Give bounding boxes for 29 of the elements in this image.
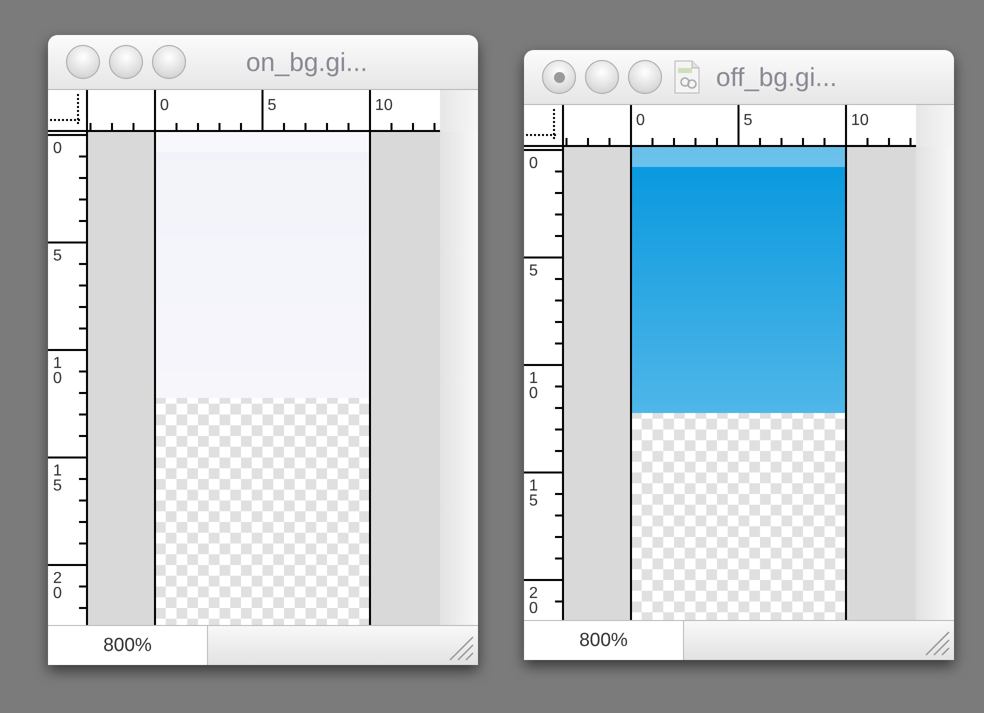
- ruler-label: 5: [744, 112, 752, 129]
- zoom-button[interactable]: [152, 45, 186, 79]
- ruler-label: 20: [529, 585, 538, 617]
- ruler-origin-icon[interactable]: [524, 105, 564, 147]
- minimize-button[interactable]: [109, 45, 143, 79]
- ruler-origin-icon[interactable]: [48, 90, 88, 132]
- minimize-button[interactable]: [585, 60, 619, 94]
- close-button[interactable]: [66, 45, 100, 79]
- zoom-field[interactable]: 800%: [48, 626, 208, 665]
- ruler-label: 5: [529, 262, 538, 280]
- ruler-label: 15: [53, 462, 62, 494]
- ruler-label: 10: [375, 97, 393, 114]
- ruler-label: 20: [53, 570, 62, 602]
- ruler-label: 0: [529, 155, 538, 172]
- window-title: off_bg.gi...: [716, 62, 837, 92]
- ruler-label: 0: [53, 140, 62, 157]
- ruler-label: 10: [53, 355, 62, 387]
- ruler-label: 10: [529, 370, 538, 402]
- zoom-field[interactable]: 800%: [524, 621, 684, 660]
- ruler-label: 5: [53, 248, 62, 264]
- ruler-label: 5: [268, 97, 276, 114]
- ruler-label: 0: [636, 112, 645, 129]
- zoom-button[interactable]: [628, 60, 662, 94]
- close-button[interactable]: [542, 60, 576, 94]
- ruler-label: 10: [851, 112, 869, 129]
- ruler-label: 0: [160, 97, 169, 114]
- window-title: on_bg.gi...: [246, 46, 368, 78]
- document-icon[interactable]: [673, 60, 701, 94]
- ruler-label: 15: [529, 478, 538, 510]
